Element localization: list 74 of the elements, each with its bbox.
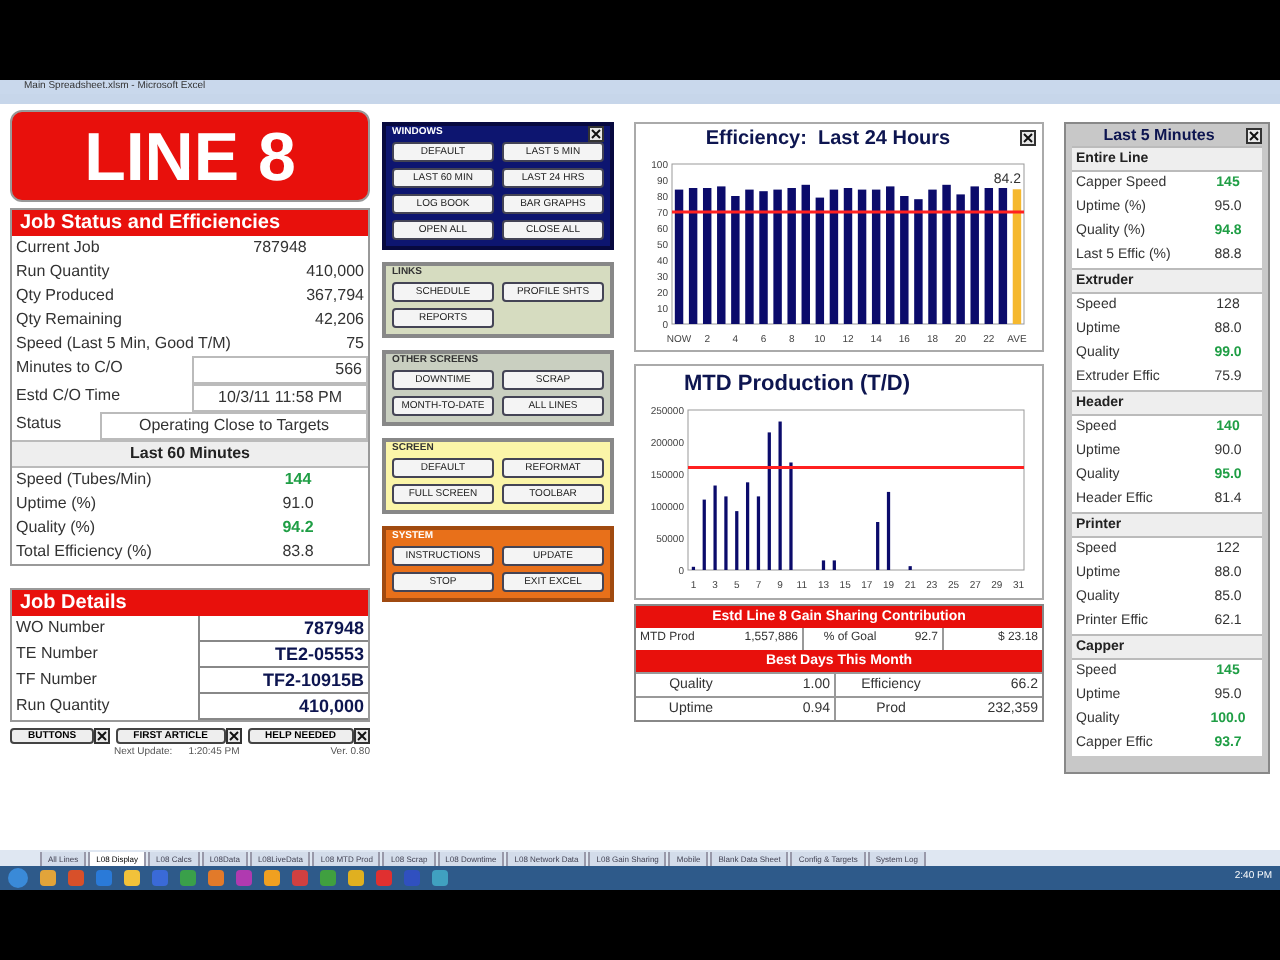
- bar: [829, 189, 839, 324]
- row-value: 566: [192, 356, 368, 384]
- bar: [871, 189, 881, 324]
- status-value: Operating Close to Targets: [100, 412, 368, 440]
- row-value: 42,206: [313, 308, 366, 332]
- row-label: Qty Produced: [14, 284, 116, 308]
- bar: [773, 189, 782, 324]
- bar: [787, 188, 796, 324]
- row-value: 787948: [251, 236, 309, 260]
- row-value: TF2-10915B: [198, 668, 368, 694]
- bar: [745, 189, 754, 324]
- chart-title: MTD Production (T/D): [682, 370, 913, 400]
- bar: [998, 188, 1008, 324]
- bar: [674, 189, 684, 324]
- row-label: Quality (%): [14, 516, 98, 540]
- close-icon[interactable]: [354, 728, 370, 744]
- bar: [956, 194, 965, 324]
- row-value: 787948: [198, 616, 368, 642]
- row-value: 91.0: [280, 492, 316, 516]
- bar: [886, 186, 895, 324]
- line-banner: LINE 8: [10, 110, 370, 202]
- bar: [756, 496, 761, 570]
- row-label: Total Efficiency (%): [14, 540, 154, 564]
- bar: [970, 186, 979, 324]
- bar: [942, 184, 951, 324]
- row-label: Estd C/O Time: [14, 384, 123, 408]
- row-value: 367,794: [304, 284, 366, 308]
- subsection-header: Last 60 Minutes: [12, 440, 368, 468]
- bar: [703, 188, 712, 324]
- bar: [984, 188, 993, 324]
- row-label: TF Number: [14, 668, 99, 692]
- bar: [1012, 189, 1022, 324]
- close-icon[interactable]: [1020, 130, 1036, 146]
- bar: [821, 560, 826, 570]
- row-value: 410,000: [198, 694, 368, 720]
- row-label: Run Quantity: [14, 694, 112, 718]
- row-label: TE Number: [14, 642, 100, 666]
- row-label: Speed (Last 5 Min, Good T/M): [14, 332, 233, 356]
- row-label: Run Quantity: [14, 260, 112, 284]
- close-icon[interactable]: [94, 728, 111, 744]
- row-label: WO Number: [14, 616, 107, 640]
- bar: [815, 197, 825, 324]
- bar: [843, 188, 853, 324]
- close-icon[interactable]: [225, 728, 242, 744]
- bar: [928, 189, 937, 324]
- start-icon[interactable]: [8, 868, 28, 888]
- close-icon[interactable]: [588, 126, 604, 142]
- section-header: Job Status and Efficiencies: [12, 210, 368, 236]
- bar: [914, 199, 923, 324]
- close-icon[interactable]: [1246, 127, 1262, 143]
- section-header: Job Details: [12, 590, 368, 616]
- bar: [688, 188, 698, 324]
- bar: [900, 196, 909, 324]
- row-value: 410,000: [304, 260, 366, 284]
- row-value: 83.8: [280, 540, 316, 564]
- row-label: Status: [14, 412, 64, 436]
- bar: [886, 491, 891, 570]
- row-label: Uptime (%): [14, 492, 99, 516]
- row-value: 10/3/11 11:58 PM: [192, 384, 368, 412]
- bar: [801, 184, 810, 324]
- row-label: Qty Remaining: [14, 308, 124, 332]
- row-label: Speed (Tubes/Min): [14, 468, 154, 492]
- chart-title: Efficiency: Last 24 Hours: [703, 126, 953, 154]
- panel-title: Last 5 Minutes: [1101, 123, 1217, 147]
- bar: [717, 186, 726, 324]
- row-value: 75: [344, 332, 366, 356]
- row-value: TE2-05553: [198, 642, 368, 668]
- row-value: 94.2: [280, 516, 316, 540]
- bar: [759, 191, 768, 324]
- row-label: Minutes to C/O: [14, 356, 125, 380]
- row-value: 144: [282, 468, 314, 492]
- row-label: Current Job: [14, 236, 102, 260]
- bar: [731, 196, 740, 324]
- bar: [857, 189, 867, 324]
